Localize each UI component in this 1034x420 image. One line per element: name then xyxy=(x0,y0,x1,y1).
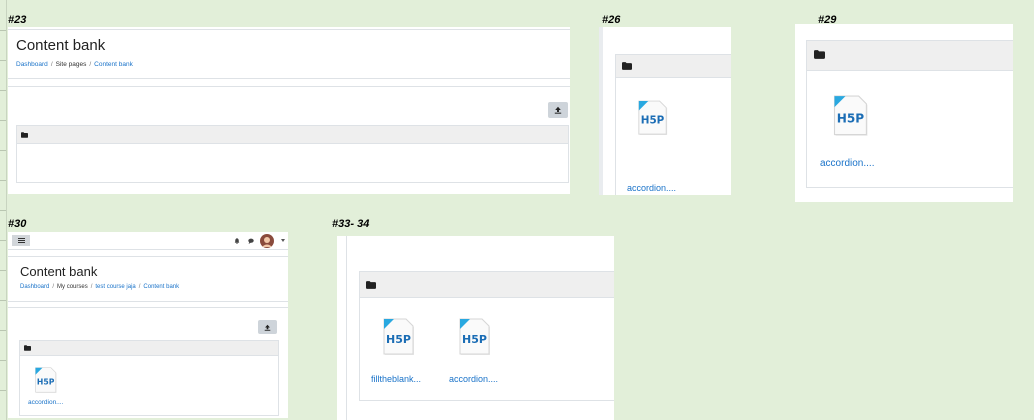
h5p-icon[interactable]: H5P xyxy=(33,367,59,395)
screenshot-33-34: H5P filltheblank... H5P accordion.... xyxy=(337,236,614,420)
folder-icon[interactable] xyxy=(366,281,376,289)
grid-line xyxy=(0,300,6,301)
file-name-link[interactable]: accordion.... xyxy=(820,158,874,169)
file-name-link[interactable]: accordion.... xyxy=(627,183,676,193)
file-name-link[interactable]: filltheblank... xyxy=(371,374,421,384)
chevron-down-icon[interactable] xyxy=(281,239,285,242)
folder-icon[interactable] xyxy=(622,62,632,70)
grid-line xyxy=(0,360,6,361)
divider xyxy=(8,256,288,257)
breadcrumb-dashboard[interactable]: Dashboard xyxy=(16,61,48,68)
folder-icon[interactable] xyxy=(814,50,825,59)
h5p-icon[interactable]: H5P xyxy=(636,100,670,138)
divider xyxy=(8,301,288,302)
upload-icon xyxy=(554,106,562,114)
svg-text:H5P: H5P xyxy=(37,378,55,387)
breadcrumb-site-pages: Site pages xyxy=(55,61,87,68)
page-title: Content bank xyxy=(20,264,98,279)
avatar[interactable] xyxy=(260,234,274,248)
breadcrumb-dashboard[interactable]: Dashboard xyxy=(20,284,49,290)
h5p-icon[interactable]: H5P xyxy=(831,95,871,139)
upload-button[interactable] xyxy=(548,102,568,118)
divider xyxy=(8,29,570,30)
divider xyxy=(8,78,570,79)
grid-vertical-line xyxy=(6,0,7,420)
breadcrumb-course[interactable]: test course jaja xyxy=(95,284,135,290)
folder-icon[interactable] xyxy=(24,345,31,351)
screenshot-label-26: #26 xyxy=(602,14,621,26)
content-bank-toolbar xyxy=(20,341,278,356)
h5p-icon[interactable]: H5P xyxy=(381,318,417,358)
svg-text:H5P: H5P xyxy=(641,115,665,127)
grid-line xyxy=(0,90,6,91)
file-name-link[interactable]: accordion.... xyxy=(28,399,63,406)
grid-line xyxy=(0,60,6,61)
screenshot-26: H5P accordion.... xyxy=(599,27,731,195)
divider xyxy=(8,86,570,87)
screenshot-29: H5P accordion.... xyxy=(795,24,1013,202)
screenshot-label-30: #30 xyxy=(8,218,27,230)
svg-text:H5P: H5P xyxy=(462,333,487,346)
breadcrumb-content-bank[interactable]: Content bank xyxy=(94,61,133,68)
upload-button[interactable] xyxy=(258,320,277,334)
upload-icon xyxy=(264,324,271,331)
screenshot-23: Content bank Dashboard / Site pages / Conten… xyxy=(8,27,570,194)
breadcrumb-my-courses: My courses xyxy=(57,284,88,290)
breadcrumb-content-bank[interactable]: Content bank xyxy=(143,284,179,290)
menu-toggle-button[interactable] xyxy=(12,235,30,246)
breadcrumb: Dashboard / My courses / test course jaja / Co… xyxy=(20,284,180,290)
grid-line xyxy=(0,180,6,181)
grid-line xyxy=(0,30,6,31)
divider xyxy=(8,307,288,308)
file-name-link[interactable]: accordion.... xyxy=(449,374,498,384)
svg-text:H5P: H5P xyxy=(386,333,411,346)
content-bank-box: H5P accordion.... xyxy=(615,54,731,195)
divider xyxy=(346,236,347,420)
grid-line xyxy=(0,330,6,331)
grid-line xyxy=(0,270,6,271)
screenshot-label-23: #23 xyxy=(8,14,27,26)
page-title: Content bank xyxy=(16,37,106,54)
content-bank-toolbar xyxy=(807,41,1013,71)
grid-line xyxy=(0,240,6,241)
content-bank-box: H5P accordion.... xyxy=(806,40,1013,188)
grid-line xyxy=(0,390,6,391)
chat-icon[interactable] xyxy=(248,238,254,244)
grid-line xyxy=(0,120,6,121)
scroll-edge xyxy=(599,27,603,195)
content-bank-toolbar xyxy=(17,126,568,144)
menu-icon xyxy=(17,238,25,243)
h5p-icon[interactable]: H5P xyxy=(457,318,493,358)
content-bank-toolbar xyxy=(616,55,731,78)
content-bank-box xyxy=(16,125,569,183)
top-navbar xyxy=(8,232,288,250)
folder-icon[interactable] xyxy=(21,132,28,138)
content-bank-toolbar xyxy=(360,272,614,298)
screenshot-30: Content bank Dashboard / My courses / test c… xyxy=(8,232,288,418)
content-bank-box: H5P accordion.... xyxy=(19,340,279,416)
grid-line xyxy=(0,210,6,211)
content-bank-box: H5P filltheblank... H5P accordion.... xyxy=(359,271,614,401)
breadcrumb: Dashboard / Site pages / Content bank xyxy=(16,61,133,68)
bell-icon[interactable] xyxy=(234,238,240,244)
svg-text:H5P: H5P xyxy=(837,112,865,126)
grid-line xyxy=(0,150,6,151)
screenshot-label-33-34: #33- 34 xyxy=(332,218,370,230)
